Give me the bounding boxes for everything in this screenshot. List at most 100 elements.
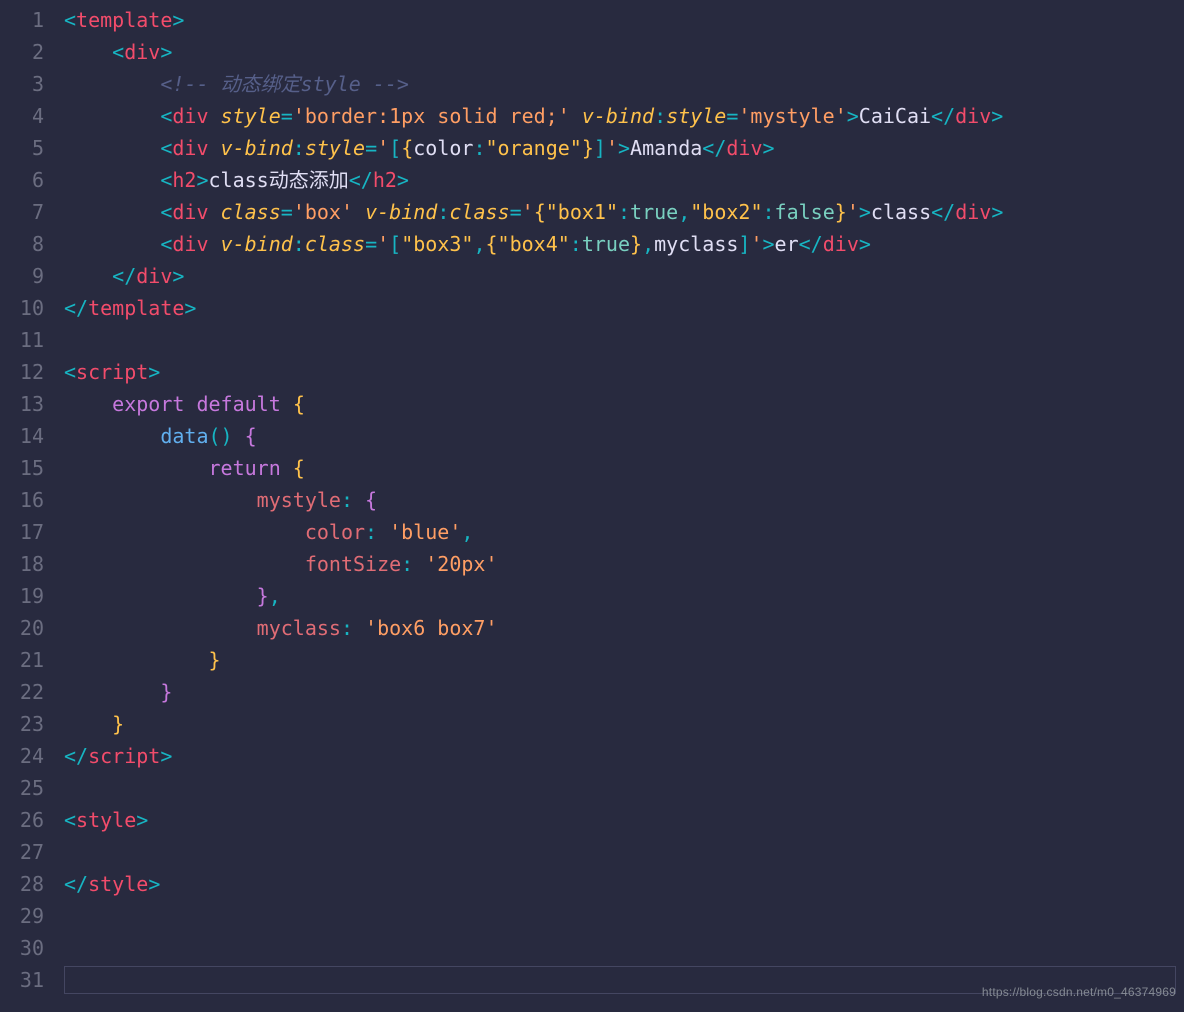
token-tag: h2: [373, 168, 397, 192]
code-line[interactable]: },: [64, 580, 1184, 612]
token-brkt: }: [209, 648, 221, 672]
token-text: CaiCai: [859, 104, 931, 128]
code-line[interactable]: [64, 772, 1184, 804]
token-punct: >: [763, 136, 775, 160]
token-attr: class: [221, 200, 281, 224]
token-punct: <: [160, 136, 172, 160]
code-line[interactable]: <script>: [64, 356, 1184, 388]
code-area[interactable]: <template> <div> <!-- 动态绑定style --> <div…: [56, 0, 1184, 1012]
token-punct: <: [64, 8, 76, 32]
code-line[interactable]: <div v-bind:class='["box3",{"box4":true}…: [64, 228, 1184, 260]
line-number: 2: [0, 36, 44, 68]
token-punct: </: [931, 104, 955, 128]
token-vdirkey: style: [666, 104, 726, 128]
token-punct: (): [209, 424, 233, 448]
token-punct: ,: [269, 584, 281, 608]
token-text: class动态添加: [209, 168, 349, 192]
token-punct: :: [763, 200, 775, 224]
token-attr: style: [221, 104, 281, 128]
token-punct: ]: [738, 232, 750, 256]
code-line[interactable]: fontSize: '20px': [64, 548, 1184, 580]
line-number: 25: [0, 772, 44, 804]
code-line[interactable]: }: [64, 676, 1184, 708]
token-tag: script: [88, 744, 160, 768]
line-number: 19: [0, 580, 44, 612]
code-line[interactable]: data() {: [64, 420, 1184, 452]
token-prop: myclass: [257, 616, 341, 640]
token-punct: ,: [473, 232, 485, 256]
code-editor[interactable]: 1234567891011121314151617181920212223242…: [0, 0, 1184, 1012]
code-line[interactable]: <div v-bind:style='[{color:"orange"}]'>A…: [64, 132, 1184, 164]
line-number: 16: [0, 484, 44, 516]
code-line[interactable]: <div>: [64, 36, 1184, 68]
code-line[interactable]: <div style='border:1px solid red;' v-bin…: [64, 100, 1184, 132]
token-brkt: }: [112, 712, 124, 736]
token-punct: >: [160, 40, 172, 64]
code-line[interactable]: mystyle: {: [64, 484, 1184, 516]
code-line[interactable]: </style>: [64, 868, 1184, 900]
code-line[interactable]: [64, 900, 1184, 932]
token-brkt: }: [630, 232, 642, 256]
code-line[interactable]: [64, 932, 1184, 964]
code-line[interactable]: myclass: 'box6 box7': [64, 612, 1184, 644]
token-str: ': [606, 136, 618, 160]
code-line[interactable]: <style>: [64, 804, 1184, 836]
token-tag: div: [726, 136, 762, 160]
token-punct: <: [160, 200, 172, 224]
token-tag: script: [76, 360, 148, 384]
token-kw2: false: [775, 200, 835, 224]
token-str: 'mystyle': [738, 104, 846, 128]
token-punct: =: [365, 232, 377, 256]
token-vdir: v-bind: [221, 136, 293, 160]
token-punct: ,: [678, 200, 690, 224]
code-line[interactable]: <h2>class动态添加</h2>: [64, 164, 1184, 196]
code-line[interactable]: return {: [64, 452, 1184, 484]
token-vdir: v-bind: [582, 104, 654, 128]
token-punct: <: [160, 168, 172, 192]
token-punct: :: [341, 616, 353, 640]
code-line[interactable]: <div class='box' v-bind:class='{"box1":t…: [64, 196, 1184, 228]
token-keyw: return: [209, 456, 281, 480]
code-line[interactable]: }: [64, 644, 1184, 676]
token-vdir: v-bind: [365, 200, 437, 224]
token-punct: </: [702, 136, 726, 160]
token-punct: ]: [594, 136, 606, 160]
token-punct: :: [341, 488, 353, 512]
token-punct: >: [859, 232, 871, 256]
code-line[interactable]: </script>: [64, 740, 1184, 772]
token-punct: </: [64, 872, 88, 896]
token-punct: <: [112, 40, 124, 64]
token-punct: :: [618, 200, 630, 224]
line-number: 22: [0, 676, 44, 708]
token-tag: div: [172, 232, 208, 256]
code-line[interactable]: </template>: [64, 292, 1184, 324]
token-punct: <: [160, 232, 172, 256]
line-number: 13: [0, 388, 44, 420]
token-punct: >: [172, 264, 184, 288]
code-line[interactable]: color: 'blue',: [64, 516, 1184, 548]
token-punct: =: [281, 104, 293, 128]
token-punct: >: [991, 104, 1003, 128]
line-number: 4: [0, 100, 44, 132]
token-brkt: {: [293, 456, 305, 480]
code-line[interactable]: <template>: [64, 4, 1184, 36]
token-brkt: {: [486, 232, 498, 256]
token-punct: [: [389, 232, 401, 256]
code-line[interactable]: </div>: [64, 260, 1184, 292]
token-brkt2: }: [257, 584, 269, 608]
code-line[interactable]: [64, 836, 1184, 868]
code-line[interactable]: [64, 324, 1184, 356]
token-punct: =: [365, 136, 377, 160]
code-line[interactable]: <!-- 动态绑定style -->: [64, 68, 1184, 100]
token-punct: :: [437, 200, 449, 224]
code-line[interactable]: export default {: [64, 388, 1184, 420]
code-line[interactable]: }: [64, 708, 1184, 740]
token-brkt2: {: [365, 488, 377, 512]
token-keyw: export: [112, 392, 184, 416]
token-text: Amanda: [630, 136, 702, 160]
token-keyw: default: [196, 392, 280, 416]
token-punct: >: [991, 200, 1003, 224]
token-vdirkey: class: [305, 232, 365, 256]
line-number: 23: [0, 708, 44, 740]
token-str: ': [522, 200, 534, 224]
